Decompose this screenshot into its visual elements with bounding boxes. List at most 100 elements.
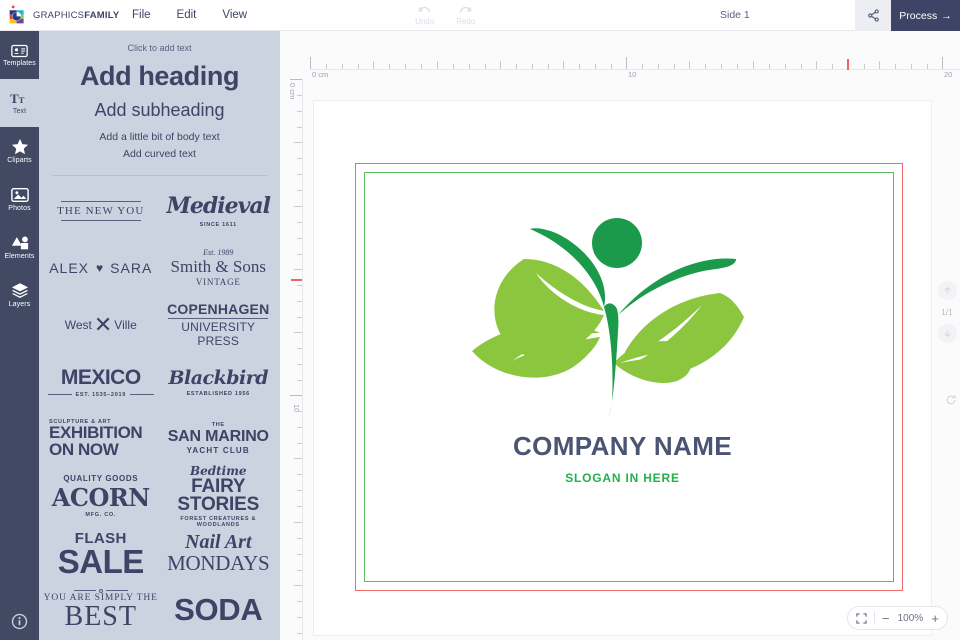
share-icon [867, 9, 879, 22]
page-down-button[interactable] [937, 324, 957, 343]
stem-body [604, 303, 619, 416]
arrow-right-icon: → [941, 9, 952, 22]
redo-label: Redo [456, 16, 476, 26]
svg-text:T: T [10, 91, 19, 106]
svg-text:T: T [19, 95, 25, 105]
font-sample-copenhagen[interactable]: COPENHAGEN UNIVERSITY PRESS [161, 296, 277, 353]
arrow-down-icon [943, 330, 951, 338]
menu-item-edit[interactable]: Edit [177, 9, 197, 21]
heart-icon: ♥ [96, 260, 104, 275]
ruler-h-marker [847, 59, 849, 70]
sample-toptext: QUALITY GOODS [63, 473, 139, 483]
sample-subtext: ESTABLISHED 1956 [186, 390, 250, 397]
add-heading-option[interactable]: Add heading [39, 61, 280, 92]
text-type-icon: T T [10, 91, 25, 106]
font-sample-fairy-stories[interactable]: Bedtime FAIRY STORIES FOREST CREATURES &… [161, 464, 277, 528]
graphicsfamily-logo-icon [7, 5, 28, 26]
add-subheading-option[interactable]: Add subheading [39, 100, 280, 121]
sample-text: ALEX [49, 259, 90, 276]
font-sample-smith-sons[interactable]: Est. 1989 Smith & Sons VINTAGE [161, 239, 277, 296]
sample-text-2: SARA [110, 259, 153, 276]
slogan-text[interactable]: SLOGAN IN HERE [314, 471, 931, 485]
redo-button[interactable]: Redo [456, 5, 475, 26]
sample-subtext: EST. 1535–2019 [75, 391, 126, 398]
add-body-text-option[interactable]: Add a little bit of body text [39, 130, 280, 145]
horizontal-ruler[interactable]: 0 cm 10 20 [310, 55, 960, 79]
eco-person-plant-logo[interactable] [464, 211, 782, 429]
brand-logo[interactable]: GRAPHICSFAMILY [0, 5, 119, 26]
ruler-v-origin-label: 0 cm [288, 83, 297, 100]
sample-text: SALE [57, 542, 145, 580]
sidebar-label-photos: Photos [8, 204, 31, 212]
star-icon [11, 138, 28, 155]
sample-text: COPENHAGEN [167, 301, 270, 318]
shapes-icon [11, 236, 28, 249]
add-curved-text-option[interactable]: Add curved text [39, 147, 280, 162]
sample-subtext: MFG. CO. [85, 511, 117, 518]
sample-text: THE NEW YOU [57, 204, 145, 217]
sample-text: West [64, 317, 92, 332]
sidebar-item-photos[interactable]: Photos [0, 175, 39, 223]
sidebar-label-templates: Templates [3, 59, 36, 67]
font-sample-grid: THE NEW YOU Medieval SINCE 1611 ALEX ♥ S… [39, 176, 280, 640]
font-sample-medieval[interactable]: Medieval SINCE 1611 [161, 182, 277, 239]
fit-screen-icon [856, 612, 867, 624]
company-name-text[interactable]: COMPANY NAME [314, 431, 931, 462]
font-sample-the-new-you[interactable]: THE NEW YOU [43, 182, 159, 239]
info-button[interactable] [0, 613, 39, 630]
font-sample-flash-sale[interactable]: FLASH SALE [43, 524, 159, 581]
leaf-lower-right [614, 341, 694, 384]
font-sample-nail-art[interactable]: Nail Art MONDAYS [161, 524, 277, 581]
sidebar-label-elements: Elements [4, 252, 35, 260]
fit-screen-button[interactable] [856, 612, 867, 624]
sample-text-2: Ville [114, 317, 137, 332]
font-sample-alex-sara[interactable]: ALEX ♥ SARA [43, 239, 159, 296]
design-editor-app: GRAPHICSFAMILY File Edit View Undo Redo [0, 0, 960, 640]
undo-icon [418, 6, 431, 12]
font-sample-blackbird[interactable]: Blackbird ESTABLISHED 1956 [161, 353, 277, 410]
cross-icon: ✕ [93, 311, 113, 337]
process-button[interactable]: Process → [891, 0, 960, 31]
share-button[interactable] [855, 0, 891, 31]
sample-text: ACORN [51, 482, 151, 512]
undo-button[interactable]: Undo [415, 5, 434, 26]
brand-text: GRAPHICSFAMILY [33, 10, 119, 21]
font-sample-mexico[interactable]: MEXICO EST. 1535–2019 [43, 353, 159, 410]
menu-item-view[interactable]: View [222, 9, 247, 21]
canvas-stage[interactable]: 0 cm 10 20 0 cm 10 COMPANY NAME SLOGAN I… [280, 31, 960, 640]
sample-text: MEXICO [60, 365, 141, 389]
sidebar-label-layers: Layers [8, 301, 31, 308]
design-page[interactable]: COMPANY NAME SLOGAN IN HERE [314, 101, 931, 635]
font-sample-san-marino[interactable]: THE SAN MARINO YACHT CLUB [161, 410, 277, 467]
font-sample-best[interactable]: YOU ARE SIMPLY THE BEST [43, 581, 159, 638]
page-up-button[interactable] [937, 281, 957, 300]
zoom-in-button[interactable]: + [931, 611, 939, 626]
ruler-origin-label: 0 cm [312, 70, 329, 79]
side-indicator: Side 1 [720, 9, 750, 21]
font-sample-acorn[interactable]: QUALITY GOODS ACORN MFG. CO. [43, 467, 159, 524]
text-panel: Click to add text Add heading Add subhea… [39, 31, 280, 640]
sample-text: SAN MARINO [167, 428, 269, 446]
font-sample-soda[interactable]: SODA [161, 581, 277, 638]
zoom-divider [873, 611, 875, 625]
sidebar-item-text[interactable]: T T Text [0, 71, 39, 135]
redo-icon [460, 6, 472, 12]
font-sample-exhibition[interactable]: SCULPTURE & ART EXHIBITION ON NOW [43, 410, 159, 467]
ruler-v-marker [291, 279, 302, 281]
sidebar-item-layers[interactable]: Layers [0, 271, 39, 319]
refresh-button[interactable] [945, 393, 957, 411]
sidebar-item-elements[interactable]: Elements [0, 223, 39, 271]
sample-subtext: SINCE 1611 [199, 222, 237, 229]
menu-bar: File Edit View [132, 9, 247, 21]
sample-text-2: ON NOW [49, 439, 119, 459]
vertical-ruler[interactable]: 0 cm 10 [286, 79, 310, 640]
zoom-out-button[interactable]: − [882, 611, 890, 626]
id-card-icon [11, 44, 28, 57]
sidebar-label-text: Text [12, 108, 27, 115]
process-label: Process [899, 9, 938, 22]
left-rail: Templates T T Text Cliparts Photos Eleme… [0, 31, 39, 640]
sidebar-item-cliparts[interactable]: Cliparts [0, 127, 39, 175]
sample-subtext: VINTAGE [195, 277, 241, 288]
font-sample-west-ville[interactable]: West ✕ Ville [43, 296, 159, 353]
menu-item-file[interactable]: File [132, 9, 151, 21]
